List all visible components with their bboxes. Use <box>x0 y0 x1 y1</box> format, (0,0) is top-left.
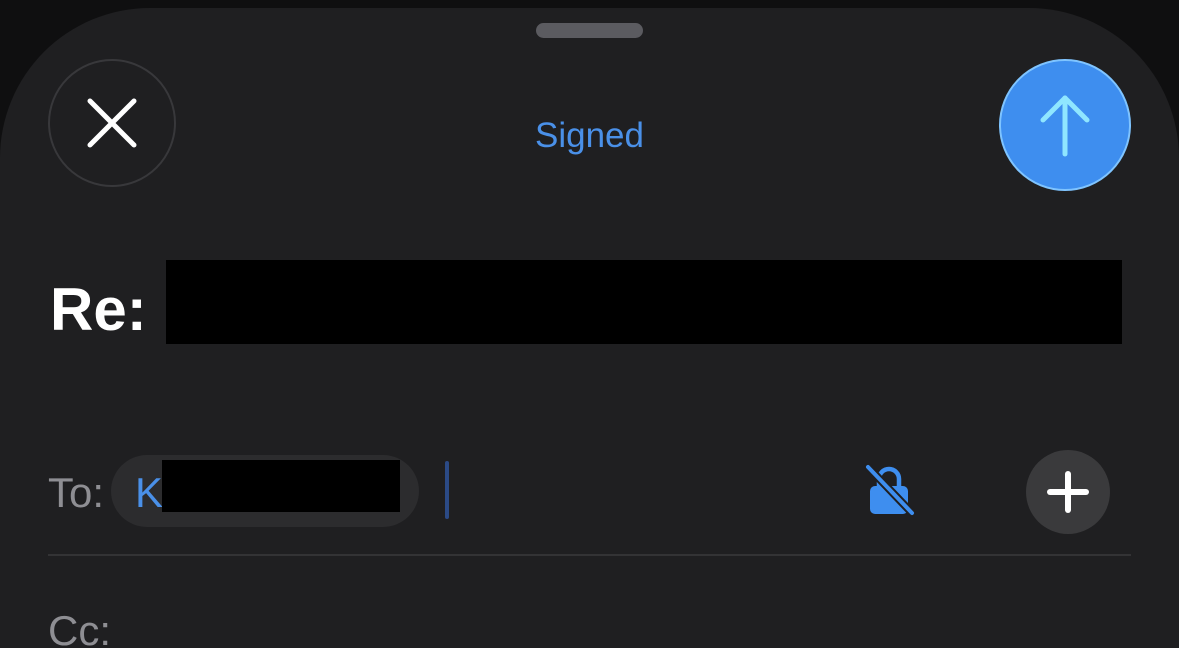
recipient-name: K <box>135 469 164 516</box>
compose-sheet: Signed Re: To: K Cc: <box>0 8 1179 648</box>
recipient-redaction <box>162 460 400 512</box>
send-button[interactable] <box>999 59 1131 191</box>
to-divider <box>48 554 1131 556</box>
text-caret <box>445 461 449 519</box>
to-label: To: <box>48 469 105 516</box>
subject-redaction <box>166 260 1122 344</box>
plus-icon <box>1047 471 1089 513</box>
subject-field[interactable]: Re: <box>50 270 147 350</box>
unlocked-no-encryption-icon[interactable] <box>862 463 916 517</box>
cc-label: Cc: <box>48 607 111 648</box>
arrow-up-icon <box>1040 95 1090 157</box>
sheet-grabber[interactable] <box>536 23 643 38</box>
add-recipient-button[interactable] <box>1026 450 1110 534</box>
subject-prefix: Re: <box>50 276 147 343</box>
